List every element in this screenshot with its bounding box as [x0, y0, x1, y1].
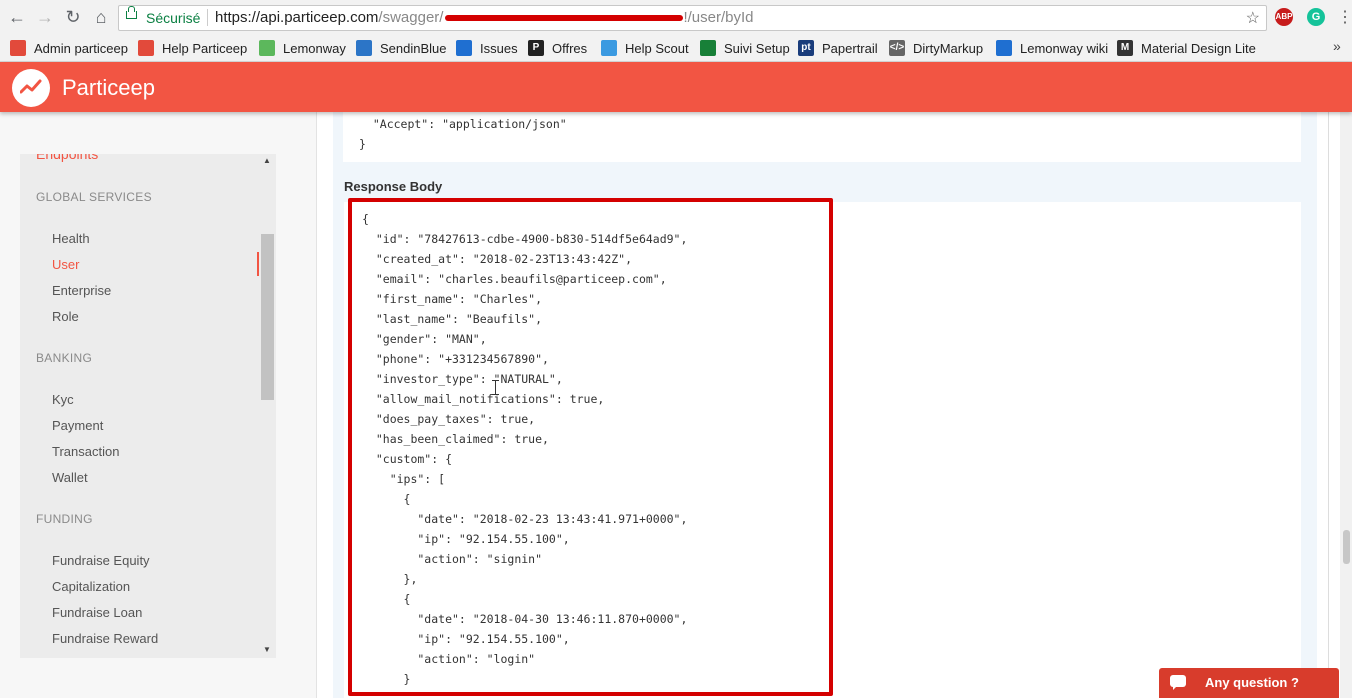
sidebar: Endpoints GLOBAL SERVICES Health User En…: [20, 154, 276, 658]
bookmark-label: Offres: [552, 40, 588, 56]
header-accept-line: "Accept": "application/json": [359, 117, 567, 131]
bookmark-item[interactable]: P Offres: [528, 39, 587, 57]
address-bar[interactable]: Sécurisé https://api.particeep.com/swagg…: [118, 5, 1267, 31]
back-arrow-icon[interactable]: ←: [7, 7, 27, 27]
bookmark-item[interactable]: </> DirtyMarkup: [889, 39, 983, 57]
redaction-mark: [445, 15, 684, 22]
bookmark-item[interactable]: M Material Design Lite: [1117, 39, 1256, 57]
lemonway-icon: [259, 40, 275, 56]
sidebar-item-capitalization[interactable]: Capitalization: [52, 579, 130, 594]
code-icon: </>: [889, 40, 905, 56]
home-icon[interactable]: ⌂: [91, 7, 111, 27]
bookmark-item[interactable]: Lemonway: [259, 39, 346, 57]
brand-title[interactable]: Particeep: [62, 75, 155, 101]
sidebar-scrollbar[interactable]: [261, 154, 276, 658]
chat-label: Any question ?: [1205, 675, 1299, 690]
page-scrollbar[interactable]: [1340, 112, 1352, 698]
m-icon: M: [1117, 40, 1133, 56]
bookmark-label: DirtyMarkup: [913, 40, 984, 56]
helpscout-icon: [601, 40, 617, 56]
scroll-up-icon[interactable]: ▲: [263, 156, 271, 165]
bookmark-label: Lemonway: [283, 40, 346, 56]
bookmark-label: Help Particeep: [162, 40, 248, 56]
active-item-indicator: [257, 252, 259, 276]
grammarly-icon[interactable]: G: [1307, 8, 1325, 26]
secure-label: Sécurisé: [146, 10, 201, 26]
sendinblue-icon: [356, 40, 372, 56]
highlight-annotation: [348, 198, 833, 696]
bookmark-label: SendinBlue: [380, 40, 447, 56]
bookmark-item[interactable]: Admin particeep: [10, 39, 128, 57]
request-headers-box: "Accept": "application/json" }: [343, 112, 1301, 162]
response-body-title: Response Body: [344, 179, 443, 194]
bookmark-label: Suivi Setup: [724, 40, 790, 56]
url-text[interactable]: https://api.particeep.com/swagger/!/user…: [215, 9, 754, 26]
lock-icon: [126, 6, 137, 19]
header-close-brace: }: [359, 137, 366, 151]
forward-arrow-icon[interactable]: →: [35, 7, 55, 27]
sidebar-item-user[interactable]: User: [52, 257, 79, 272]
bookmark-star-icon[interactable]: ☆: [1246, 8, 1260, 28]
pt-icon: pt: [798, 40, 814, 56]
sidebar-endpoints-link[interactable]: Endpoints: [36, 154, 98, 162]
sidebar-scroll-thumb[interactable]: [261, 234, 274, 400]
sidebar-item-fundraise-equity[interactable]: Fundraise Equity: [52, 553, 150, 568]
sidebar-item-kyc[interactable]: Kyc: [52, 392, 74, 407]
adblock-plus-icon[interactable]: ABP: [1275, 8, 1293, 26]
particeep-icon: [10, 40, 26, 56]
bookmark-label: Lemonway wiki: [1020, 40, 1109, 56]
section-title-funding: FUNDING: [36, 512, 93, 526]
reload-icon[interactable]: ↻: [63, 7, 83, 27]
sidebar-item-transaction[interactable]: Transaction: [52, 444, 119, 459]
p-icon: P: [528, 40, 544, 56]
sidebar-item-wallet[interactable]: Wallet: [52, 470, 88, 485]
bookmark-label: Admin particeep: [34, 40, 128, 56]
more-bookmarks-icon[interactable]: »: [1333, 38, 1341, 54]
section-title-global-services: GLOBAL SERVICES: [36, 190, 152, 204]
particeep-logo-icon[interactable]: [12, 69, 50, 107]
app-header: Particeep: [0, 62, 1352, 112]
particeep-icon: [138, 40, 154, 56]
sidebar-item-fundraise-loan[interactable]: Fundraise Loan: [52, 605, 142, 620]
text-cursor-icon: [492, 380, 499, 395]
bookmark-item[interactable]: Suivi Setup: [700, 39, 790, 57]
bookmark-label: Help Scout: [625, 40, 689, 56]
shield-icon: [456, 40, 472, 56]
sheets-icon: [700, 40, 716, 56]
bookmark-label: Material Design Lite: [1141, 40, 1256, 56]
bookmark-label: Issues: [480, 40, 518, 56]
sidebar-item-fundraise-reward[interactable]: Fundraise Reward: [52, 631, 158, 646]
bookmark-item[interactable]: SendinBlue: [356, 39, 447, 57]
bookmark-item[interactable]: Help Particeep: [138, 39, 247, 57]
section-title-banking: BANKING: [36, 351, 93, 365]
browser-menu-icon[interactable]: ⋮: [1337, 7, 1352, 27]
bookmark-item[interactable]: Lemonway wiki: [996, 39, 1108, 57]
browser-toolbar: ← → ↻ ⌂ Sécurisé https://api.particeep.c…: [0, 0, 1352, 35]
bookmark-item[interactable]: Issues: [456, 39, 518, 57]
sidebar-item-role[interactable]: Role: [52, 309, 79, 324]
bookmark-label: Papertrail: [822, 40, 878, 56]
sidebar-item-health[interactable]: Health: [52, 231, 90, 246]
bookmark-item[interactable]: Help Scout: [601, 39, 689, 57]
scroll-down-icon[interactable]: ▼: [263, 645, 271, 654]
bookmark-item[interactable]: pt Papertrail: [798, 39, 878, 57]
chat-bubble-icon: [1170, 675, 1186, 690]
sidebar-item-enterprise[interactable]: Enterprise: [52, 283, 111, 298]
bookmarks-bar: Admin particeep Help Particeep Lemonway Sen…: [0, 35, 1352, 62]
chat-widget-button[interactable]: Any question ?: [1159, 668, 1339, 698]
sidebar-item-payment[interactable]: Payment: [52, 418, 103, 433]
page-scroll-thumb[interactable]: [1343, 530, 1350, 564]
shield-icon: [996, 40, 1012, 56]
